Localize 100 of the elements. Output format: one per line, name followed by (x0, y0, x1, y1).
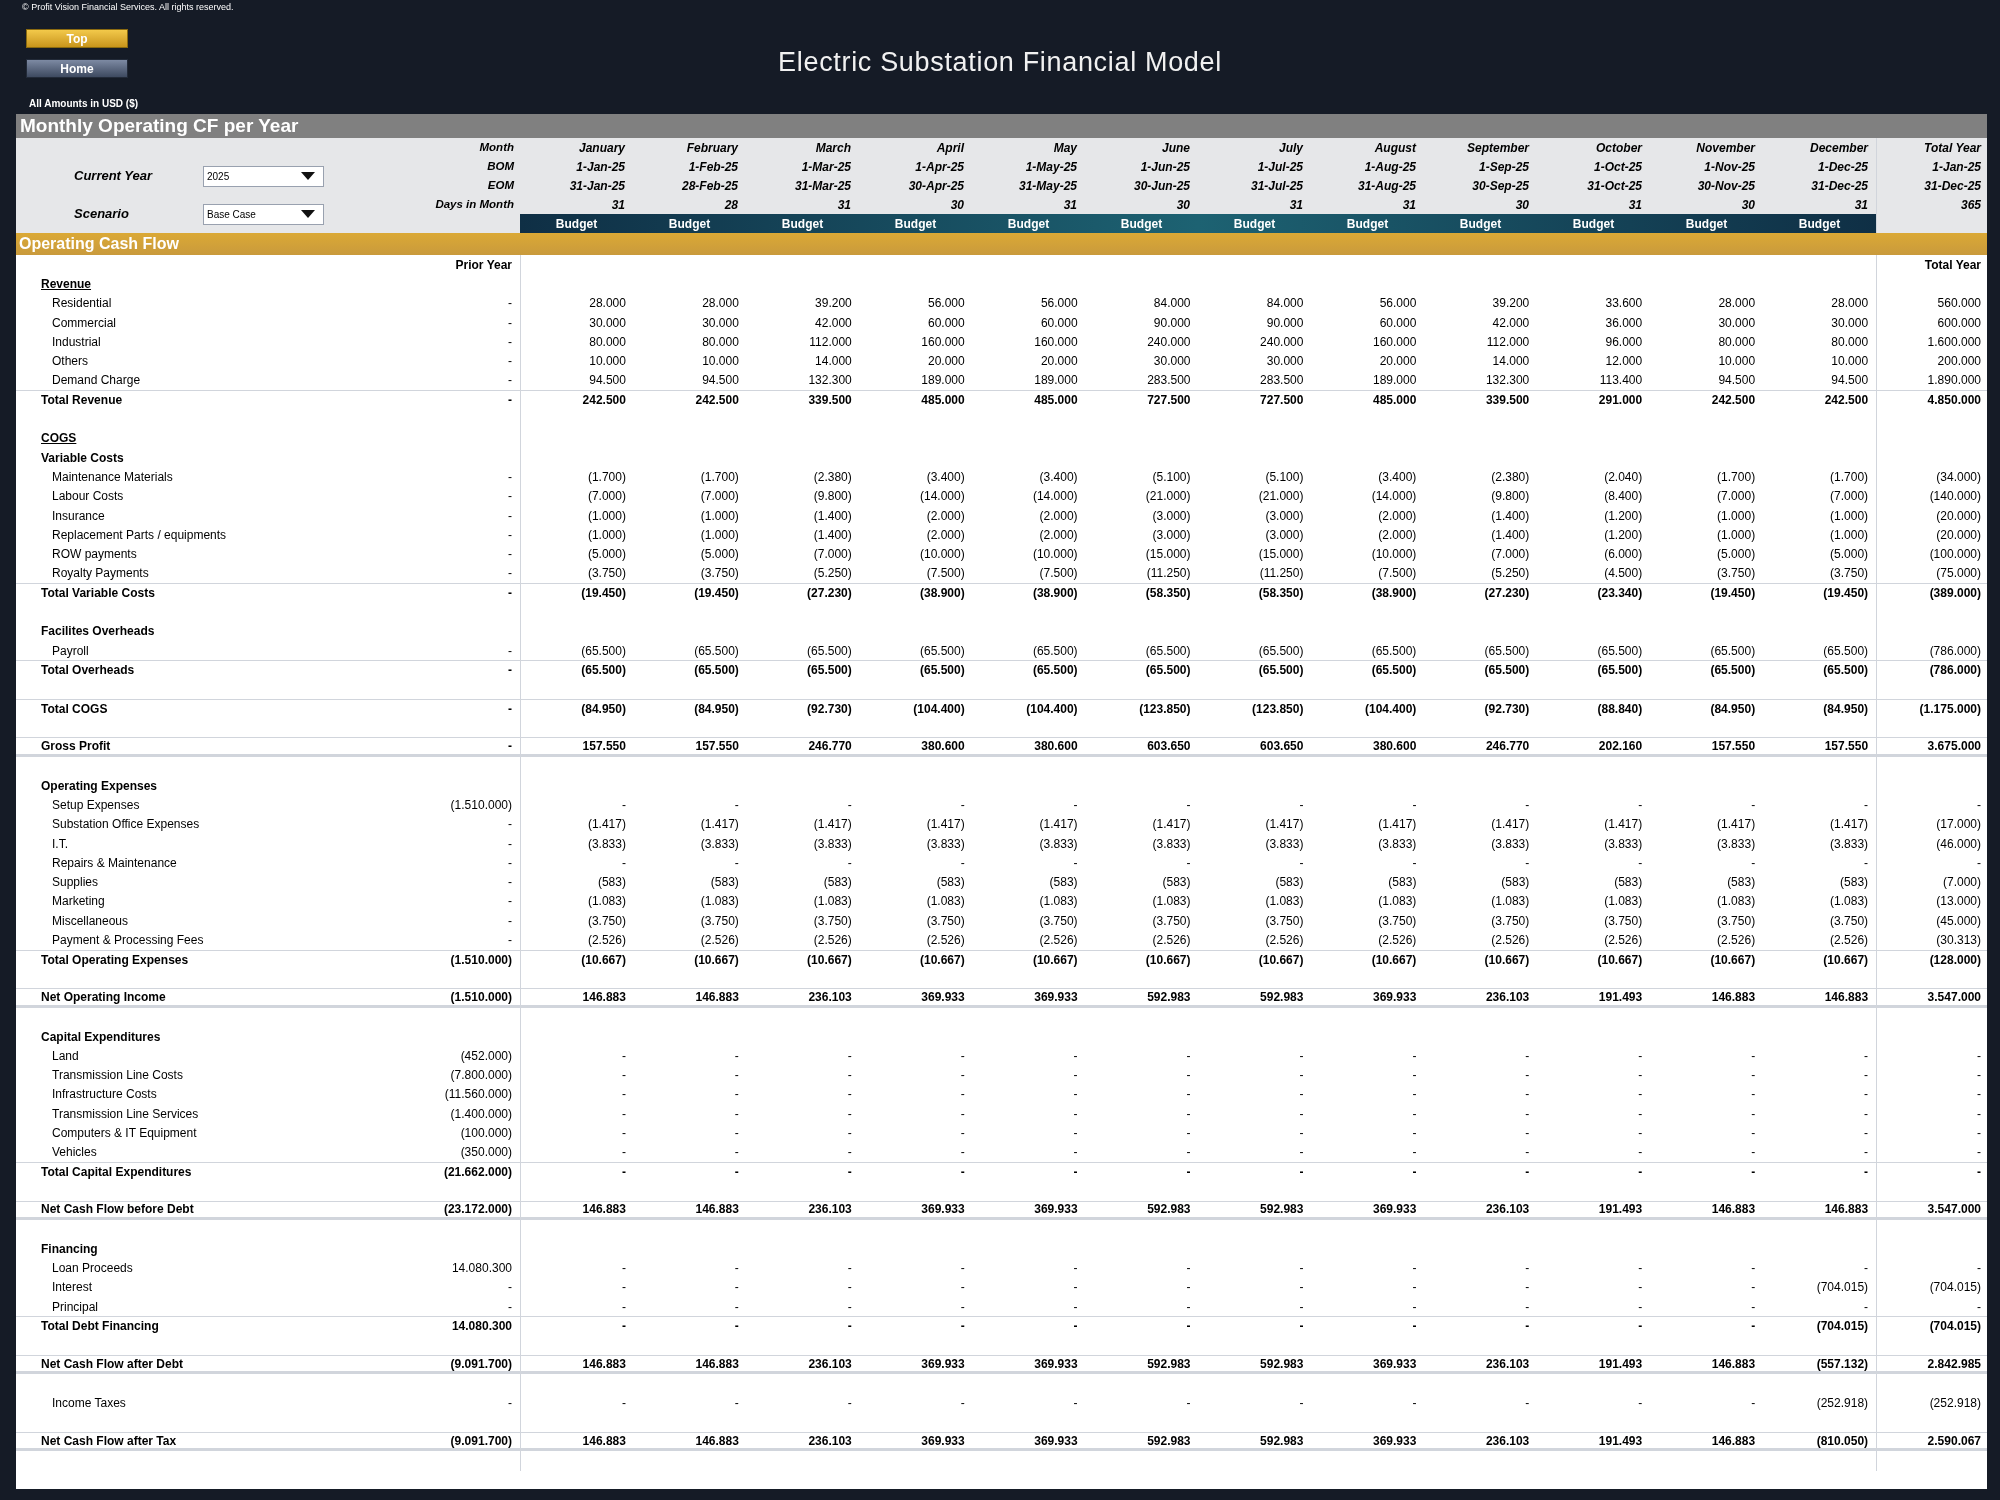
row-label: Operating Expenses (40, 777, 158, 795)
scenario-label: Budget (1685, 215, 1728, 233)
table-cell-text: 246.770 (1485, 738, 1530, 756)
table-cell-text: - (1186, 1318, 1191, 1336)
table-cell-text: (583) (1388, 874, 1417, 892)
table-cell-text: 189.000 (1373, 372, 1417, 390)
table-cell-text: (104.400) (1365, 700, 1417, 718)
table-cell-text: - (1412, 1298, 1417, 1316)
table-cell-text: (1.000) (700, 507, 739, 525)
table-cell-text: 20.000 (928, 353, 965, 371)
table-cell-text: (65.500) (694, 642, 739, 660)
table-cell-text: 202.160 (1598, 738, 1643, 756)
table-cell-text: 146.883 (582, 1201, 626, 1219)
header-label: BOM (487, 158, 514, 174)
table-cell-text: 28.000 (702, 295, 739, 313)
table-cell-text: 146.883 (1824, 1201, 1869, 1219)
table-cell-text: 113.400 (1599, 372, 1643, 390)
table-cell-text: (1.417) (1039, 816, 1078, 834)
table-cell-text: (65.500) (1597, 662, 1643, 680)
table-cell-text: (2.526) (1039, 932, 1078, 950)
table-cell-text: (20.000) (1936, 526, 1981, 544)
header-label: EOM (487, 177, 514, 193)
table-cell-text: (65.500) (807, 662, 852, 680)
table-cell-text: (5.250) (813, 565, 852, 583)
selector-dropdown[interactable]: 2025 (203, 165, 324, 187)
table-cell-text: 339.500 (808, 392, 852, 410)
table-cell-text: - (1186, 1086, 1191, 1104)
table-cell-text: (58.350) (1258, 585, 1304, 603)
table-cell-text: - (1638, 1260, 1643, 1278)
table-cell-text: - (1864, 1164, 1869, 1182)
table-cell-text: (583) (1727, 874, 1756, 892)
table-cell-text: - (1525, 1279, 1530, 1297)
table-cell-text: - (508, 738, 512, 756)
table-cell-text: - (960, 1279, 965, 1297)
table-cell-text: 592.983 (1260, 1355, 1304, 1373)
table-cell-text: - (847, 1298, 852, 1316)
table-cell-text: (1.083) (1717, 893, 1756, 911)
table-cell-text: - (1412, 854, 1417, 872)
table-cell-text: 80.000 (1831, 333, 1869, 351)
table-cell-text: (3.400) (926, 468, 965, 486)
table-cell-text: 160.000 (921, 333, 965, 351)
sheet-title-bar: Monthly Operating CF per Year (16, 114, 1987, 138)
row-label: Interest (51, 1279, 93, 1297)
table-cell-text: - (1977, 1047, 1981, 1065)
table-cell-text: 600.000 (1937, 314, 1981, 332)
table-cell-text: - (508, 314, 512, 332)
table-cell-text: 157.550 (1824, 738, 1869, 756)
table-cell-text: - (1751, 1047, 1756, 1065)
table-cell-text: (1.083) (1604, 893, 1643, 911)
table-cell-text: 1.600.000 (1927, 333, 1981, 351)
table-cell-text: (65.500) (1710, 642, 1756, 660)
table-cell-text: (1.417) (1378, 816, 1417, 834)
table-cell-text: - (508, 1395, 512, 1413)
row-label: Miscellaneous (51, 912, 129, 930)
table-cell-text: (10.667) (1484, 951, 1530, 969)
table-cell-text: (3.000) (1152, 526, 1191, 544)
row-label: Marketing (51, 893, 105, 911)
header-cell-text: 1-Sep-25 (1478, 158, 1529, 176)
table-cell-text: - (847, 1260, 852, 1278)
table-cell-text: (786.000) (1929, 662, 1981, 680)
table-cell-text: (10.667) (1823, 951, 1869, 969)
table-cell-text: 485.000 (1373, 392, 1417, 410)
table-cell-text: - (1186, 854, 1191, 872)
header-cell-text: 1-Jan-25 (576, 158, 625, 176)
table-cell-text: - (508, 854, 512, 872)
table-cell-text: (2.040) (1604, 468, 1643, 486)
selector-dropdown[interactable]: Base Case (203, 203, 324, 225)
table-cell-text: - (1864, 1144, 1869, 1162)
table-cell-text: (452.000) (460, 1047, 512, 1065)
table-cell-text: - (1299, 1164, 1304, 1182)
table-cell-text: (5.000) (1717, 546, 1756, 564)
table-cell-text: (7.000) (1717, 488, 1756, 506)
nav-button[interactable]: Home (26, 59, 128, 78)
table-cell-text: - (1638, 1125, 1643, 1142)
table-cell-text: - (621, 1105, 626, 1123)
table-cell-text: 603.650 (1147, 738, 1191, 756)
table-cell-text: (252.918) (1929, 1395, 1981, 1413)
table-cell-text: - (1638, 1279, 1643, 1297)
table-cell-text: - (847, 1279, 852, 1297)
table-cell-text: (2.526) (1378, 932, 1417, 950)
table-cell-text: (10.667) (1145, 951, 1191, 969)
table-cell-text: - (1073, 854, 1078, 872)
table-cell-text: (1.083) (1491, 893, 1530, 911)
table-cell-text: (92.730) (1484, 700, 1530, 718)
table-cell-text: (21.662.000) (443, 1164, 512, 1182)
table-cell-text: - (960, 1086, 965, 1104)
table-cell-text: - (508, 585, 512, 603)
table-cell-text: 189.000 (921, 372, 965, 390)
table-cell-text: - (621, 1260, 626, 1278)
table-cell-text: (1.700) (587, 468, 626, 486)
table-cell-text: (2.000) (926, 526, 965, 544)
table-cell-text: 2.590.067 (1927, 1432, 1981, 1450)
table-cell-text: - (1073, 1164, 1078, 1182)
table-cell-text: - (1977, 1105, 1981, 1123)
table-cell-text: 146.883 (582, 988, 626, 1006)
row-label: Insurance (51, 507, 105, 525)
table-cell-text: - (1638, 1164, 1643, 1182)
table-cell-text: (3.750) (1830, 912, 1869, 930)
table-cell-text: 242.500 (1711, 392, 1756, 410)
table-cell-text: (65.500) (920, 642, 965, 660)
